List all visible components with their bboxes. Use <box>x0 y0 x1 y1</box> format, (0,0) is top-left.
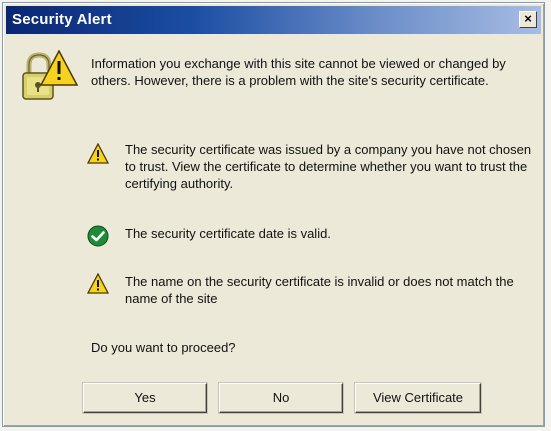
view-certificate-button[interactable]: View Certificate <box>355 383 481 413</box>
close-icon: × <box>524 11 532 26</box>
no-button[interactable]: No <box>219 383 343 413</box>
certificate-date-message: The security certificate date is valid. <box>125 226 331 241</box>
security-lock-warning-icon <box>22 49 79 100</box>
certificate-trust-message: The security certificate was issued by a… <box>125 142 532 191</box>
certificate-name-message: The name on the security certificate is … <box>125 274 514 306</box>
yes-button[interactable]: Yes <box>83 383 207 413</box>
close-button[interactable]: × <box>519 11 537 28</box>
intro-text: Information you exchange with this site … <box>91 56 506 88</box>
warning-icon <box>87 143 109 164</box>
check-icon <box>87 225 109 247</box>
dialog-title: Security Alert <box>12 11 112 28</box>
proceed-question: Do you want to proceed? <box>91 340 236 355</box>
title-bar[interactable]: Security Alert × <box>6 6 541 34</box>
security-alert-dialog: Security Alert × Information you exchang… <box>2 2 545 427</box>
warning-icon <box>87 273 109 294</box>
